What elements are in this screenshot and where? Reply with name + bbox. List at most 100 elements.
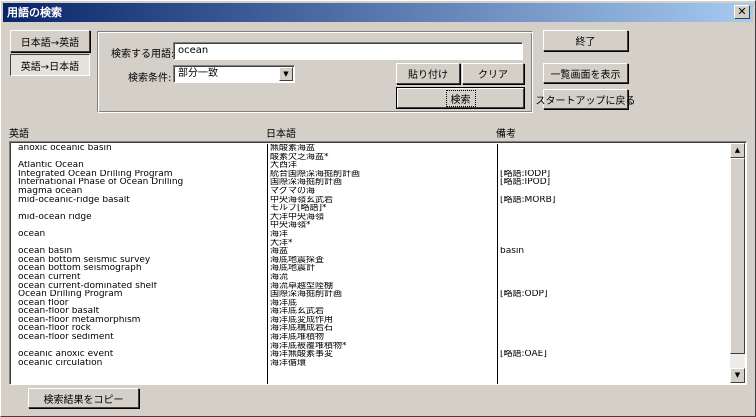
japanese-cell: 大西洋 [270,161,298,170]
japanese-cell: 海洋底被覆堆積物* [270,341,347,351]
english-cell: oceanic anoxic event [18,350,114,359]
japanese-cell: 中央海嶺* [270,221,311,230]
search-condition-label: 検索条件: [128,73,172,84]
results-list[interactable]: anoxic oceanic basin Atlantic Ocean Integr… [9,141,747,385]
search-condition-select[interactable]: 部分一致 ▼ [173,65,295,83]
japanese-cell: 海洋底変成作用 [270,315,334,325]
english-to-japanese-button[interactable]: 英語→日本語 [10,54,90,76]
japanese-column: 無酸素海盆 酸素欠乏海盆* 大西洋 統合国際深海掘削計画 国際深海掘削計画 マグマの海 中央… [267,144,499,384]
notes-cell: basin [500,247,525,256]
return-to-startup-button[interactable]: スタートアップに戻る [536,89,636,109]
vertical-scrollbar[interactable]: ▲ ▼ [730,143,745,383]
japanese-to-english-button[interactable]: 日本語→英語 [10,30,90,52]
search-term-label: 検索する用語: [111,49,175,60]
english-cell: Integrated Ocean Drilling Program [18,169,173,179]
notes-cell [500,333,729,342]
notes-cell [500,204,729,213]
japanese-cell: 海底地震探査 [270,255,325,265]
notes-cell: [略語:ODP] [500,290,548,299]
english-cell: ocean bottom seismograph [18,264,142,273]
notes-cell [500,256,729,265]
search-window: 用語の検索 ✕ 日本語→英語 英語→日本語 検索する用語: ocean 検索条件… [0,0,756,417]
english-cell: ocean-floor metamorphism [18,315,141,325]
english-cell: oceanic circulation [18,358,103,368]
english-cell: ocean floor [18,298,69,308]
notes-cell [500,316,729,325]
notes-cell: [略語:IODP] [500,169,551,179]
japanese-cell: モルブ[略語]* [270,204,327,213]
english-cell: ocean-floor rock [18,324,91,334]
japanese-cell: 中央海嶺玄武岩 [270,195,334,205]
english-cell: mid-oceanic-ridge basalt [18,195,130,205]
notes-cell [500,282,729,291]
notes-cell [500,359,729,368]
japanese-cell: 海流 [270,272,289,282]
search-term-input[interactable]: ocean [173,42,523,60]
english-cell: anoxic oceanic basin [18,144,112,153]
japanese-cell: 海洋底玄武岩 [270,307,325,316]
japanese-cell: 海洋 [270,229,289,239]
notes-cell [500,324,729,333]
english-cell: ocean-floor sediment [18,333,114,342]
paste-button[interactable]: 貼り付け [396,63,460,84]
search-button-label: 検索 [445,89,476,107]
japanese-cell: 海底地震計 [270,264,316,273]
japanese-cell: 大洋中央海嶺 [270,212,325,222]
japanese-cell: 酸素欠乏海盆* [270,152,329,162]
chevron-down-icon[interactable]: ▼ [279,67,293,81]
scroll-up-icon[interactable]: ▲ [730,143,745,158]
notes-cell [500,342,729,351]
english-cell: mid-ocean ridge [18,212,92,222]
exit-button[interactable]: 終了 [543,30,628,51]
copy-results-button[interactable]: 検索結果をコピー [28,388,139,408]
window-title: 用語の検索 [7,6,62,19]
clear-button[interactable]: クリア [462,63,524,84]
japanese-cell: 海洋底堆積物 [270,333,325,342]
notes-column: [略語:IODP] [略語:IPOD] [略語:MORB] basin [略語:ODP]… [497,144,729,384]
notes-cell [500,213,729,222]
english-cell: ocean basin [18,247,73,256]
japanese-cell: 統合国際深海掘削計画 [270,169,361,179]
english-cell: Ocean Drilling Program [18,290,123,299]
japanese-cell: 海洋底 [270,298,298,308]
english-cell: ocean-floor basalt [18,307,100,316]
english-cell: ocean bottom seismic survey [18,255,151,265]
notes-cell [500,221,729,230]
column-header-japanese: 日本語 [266,129,296,140]
english-cell [18,153,266,162]
notes-cell [500,187,729,196]
english-cell [18,204,266,213]
search-condition-value: 部分一致 [178,68,218,79]
japanese-cell: 海洋底構成岩石 [270,324,334,334]
japanese-cell: 国際深海掘削計画 [270,290,343,299]
japanese-cell: 海流卓越型陸棚 [270,281,334,291]
scroll-down-icon[interactable]: ▼ [730,368,745,383]
results-header: 英語 日本語 備考 [9,128,747,141]
english-cell: Atlantic Ocean [18,161,84,170]
japanese-cell: 海洋循環 [270,358,307,368]
column-header-english: 英語 [9,129,29,140]
title-bar: 用語の検索 ✕ [3,3,753,22]
notes-cell: [略語:OAE] [500,350,547,359]
english-cell: ocean current-dominated shelf [18,281,157,291]
english-cell: ocean current [18,272,81,282]
show-list-button[interactable]: 一覧画面を表示 [543,63,628,83]
notes-cell [500,273,729,282]
notes-cell [500,230,729,239]
english-cell: International Phase of Ocean Drilling [18,178,184,187]
search-button[interactable]: 検索 [397,88,524,108]
notes-cell [500,161,729,170]
notes-cell [500,239,729,248]
scroll-thumb[interactable] [730,158,745,354]
notes-cell [500,299,729,308]
japanese-cell: 海洋無酸素事変 [270,350,334,359]
notes-cell: [略語:IPOD] [500,178,551,187]
column-header-notes: 備考 [496,129,516,140]
japanese-cell: マグマの海 [270,186,316,196]
japanese-cell: 無酸素海盆 [270,144,316,153]
close-icon[interactable]: ✕ [734,5,750,19]
english-column: anoxic oceanic basin Atlantic Ocean Integr… [18,144,266,384]
notes-cell [500,307,729,316]
english-cell: magma ocean [18,186,83,196]
japanese-cell: 海盆 [270,247,289,256]
